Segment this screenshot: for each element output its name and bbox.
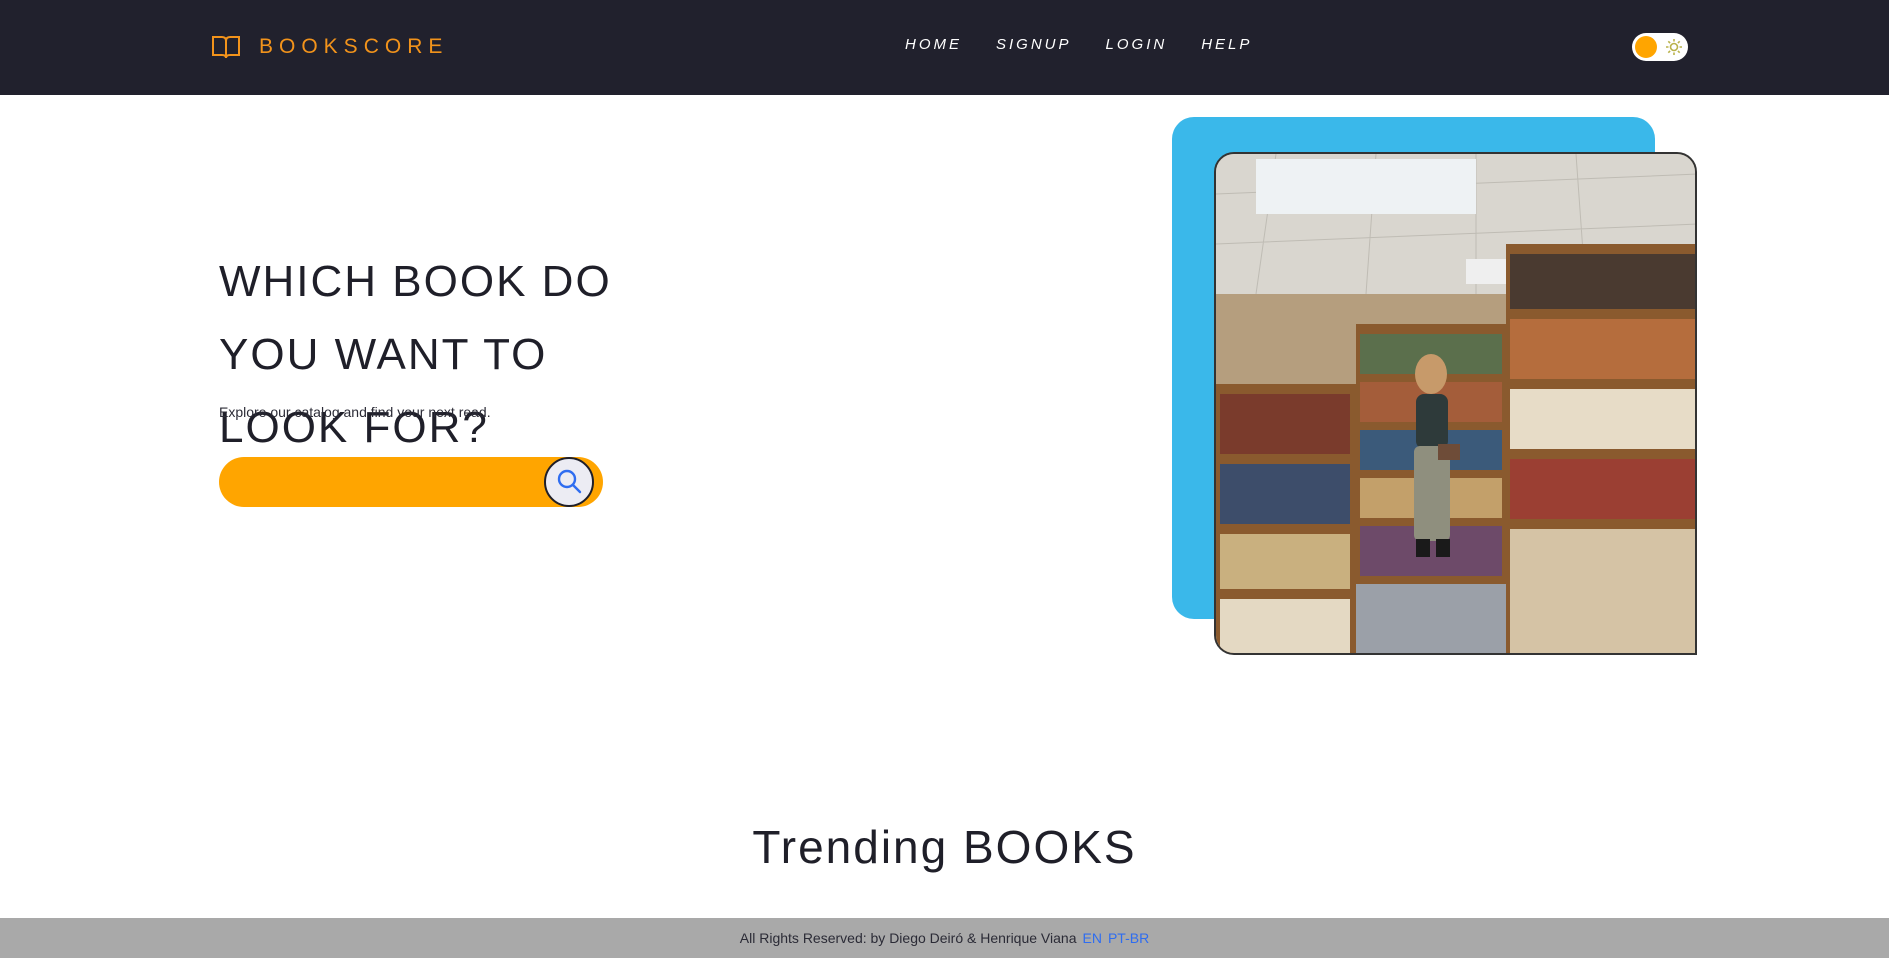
sun-icon <box>1665 38 1683 56</box>
language-en-link[interactable]: EN <box>1083 930 1102 946</box>
language-ptbr-link[interactable]: PT-BR <box>1108 930 1149 946</box>
brand-link[interactable]: BOOKSCORE <box>211 30 448 64</box>
search-button[interactable] <box>544 457 594 507</box>
hero-subtitle: Explore our catalog and find your next r… <box>219 404 491 420</box>
nav-home-link[interactable]: Home <box>905 36 962 53</box>
hero-title: WHICH BOOK DO YOU want to LOOK for? <box>219 257 612 452</box>
footer-credits: All Rights Reserved: by Diego Deiró & He… <box>739 930 1077 946</box>
theme-toggle[interactable] <box>1632 33 1688 61</box>
nav-signup-link[interactable]: Signup <box>996 36 1072 53</box>
search-icon <box>556 468 582 497</box>
open-book-icon <box>211 34 241 60</box>
toggle-knob <box>1635 36 1657 58</box>
search-bar <box>219 457 603 507</box>
bookstore-photo <box>1214 152 1697 655</box>
hero-illustration <box>1172 117 1697 655</box>
search-input[interactable] <box>239 466 539 498</box>
brand-name: BOOKSCORE <box>259 35 449 58</box>
main-nav: Home Signup Login Help <box>905 36 1252 53</box>
footer: All Rights Reserved: by Diego Deiró & He… <box>0 918 1889 958</box>
top-navbar: BOOKSCORE Home Signup Login Help <box>0 0 1889 95</box>
nav-help-link[interactable]: Help <box>1201 36 1252 53</box>
nav-login-link[interactable]: Login <box>1106 36 1168 53</box>
trending-books-title: Trending BOOKS <box>752 821 1137 873</box>
